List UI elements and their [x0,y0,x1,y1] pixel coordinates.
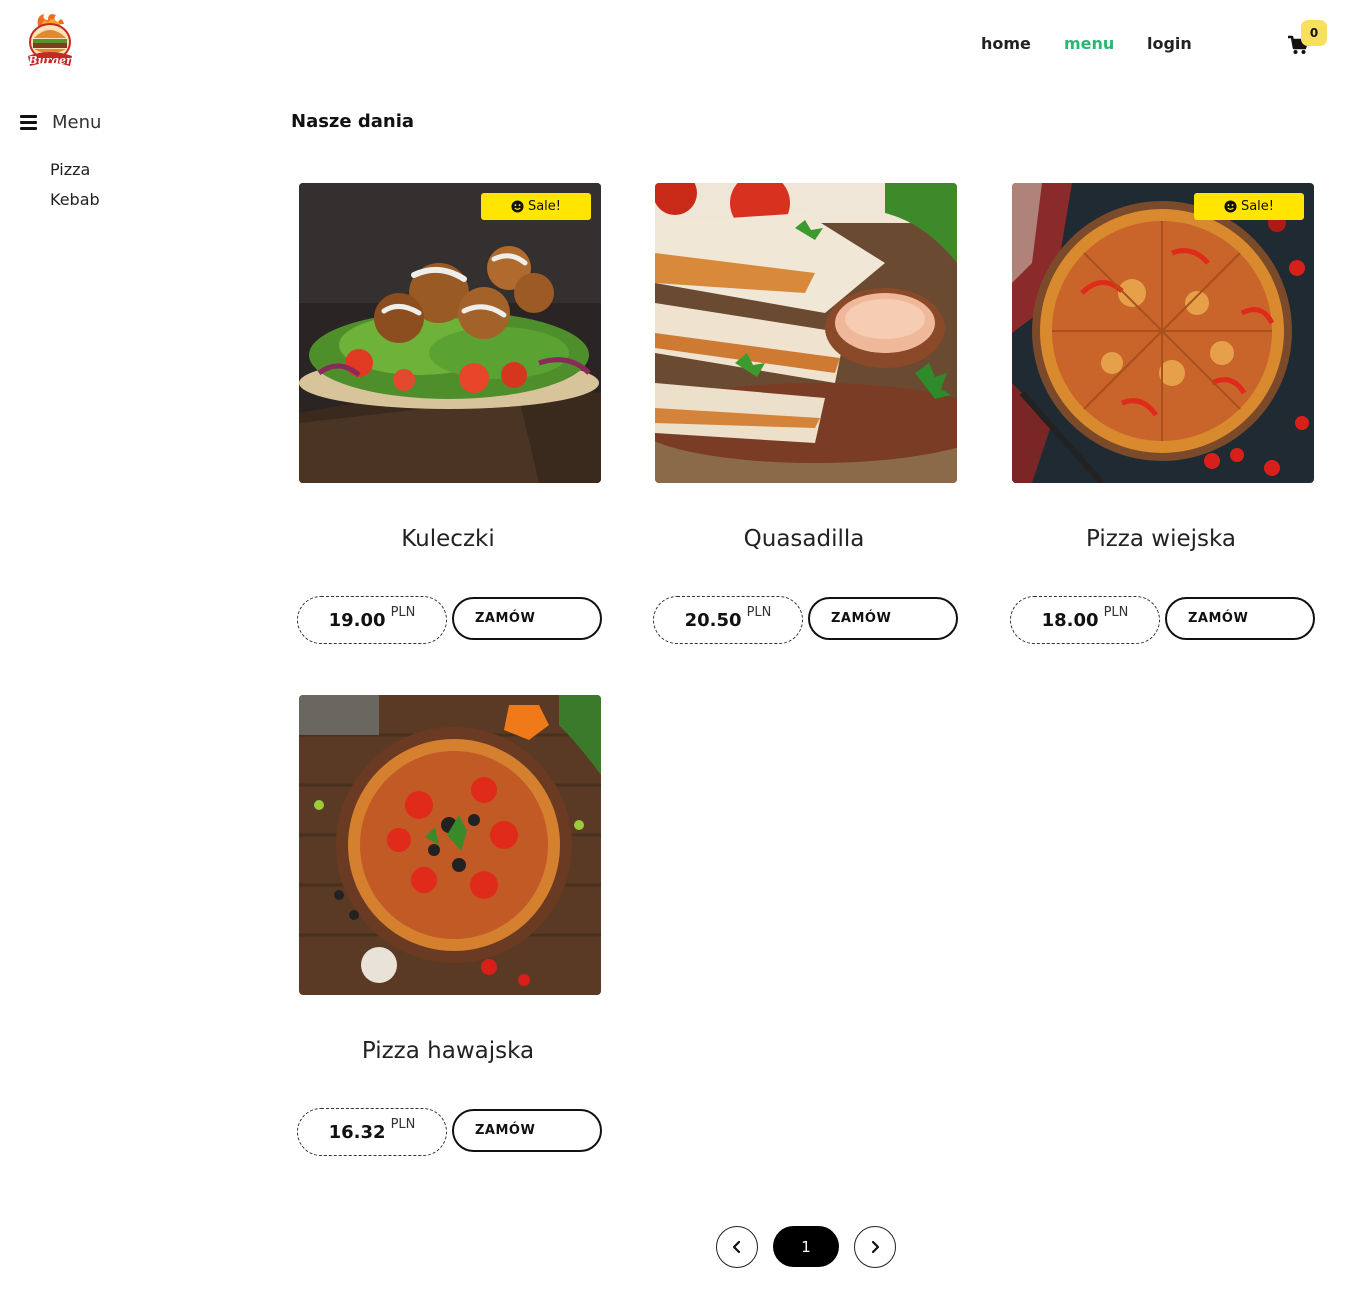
pagination-next-button[interactable] [854,1226,896,1268]
sidebar-item-kebab[interactable]: Kebab [50,190,100,209]
price-value: 16.32 [328,1121,386,1143]
order-button[interactable]: ZAMÓW [1165,597,1315,640]
price-tag: 20.50 PLN [653,596,803,644]
price-currency: PLN [1103,604,1129,620]
product-name: Pizza hawajska [361,1038,535,1064]
hamburger-icon [20,115,37,130]
pagination-current-page[interactable]: 1 [773,1226,839,1267]
product-card: Sale! Pizza wiejska 18.00 PLN ZAMÓW [1010,183,1316,653]
smile-icon [511,200,524,213]
sale-badge: Sale! [481,193,591,220]
logo-text: Burger [27,54,73,67]
price-value: 18.00 [1041,609,1099,631]
sidebar-title: Menu [52,112,102,133]
sidebar-menu-toggle[interactable]: Menu [20,112,101,133]
chevron-left-icon [732,1240,741,1254]
price-tag: 18.00 PLN [1010,596,1160,644]
price-value: 19.00 [328,609,386,631]
smile-icon [1224,200,1237,213]
quesadilla-photo[interactable] [655,183,957,483]
price-value: 20.50 [684,609,742,631]
order-button[interactable]: ZAMÓW [452,597,602,640]
pepperoni-pizza-photo[interactable]: Sale! [1012,183,1314,483]
falafel-salad-photo[interactable]: Sale! [299,183,601,483]
sale-badge: Sale! [1194,193,1304,220]
sidebar-item-pizza[interactable]: Pizza [50,160,90,179]
order-button[interactable]: ZAMÓW [808,597,958,640]
pizza-on-wood-photo[interactable] [299,695,601,995]
page-title: Nasze dania [291,111,415,132]
burger-logo[interactable]: Burger [24,12,76,74]
product-name: Quasadilla [743,526,865,552]
product-card: Pizza hawajska 16.32 PLN ZAMÓW [297,695,603,1165]
cart-count-badge: 0 [1301,20,1327,46]
product-name: Kuleczki [401,526,495,552]
product-card: Sale! Kuleczki 19.00 PLN ZAMÓW [297,183,603,653]
pagination-prev-button[interactable] [716,1226,758,1268]
nav-link-login[interactable]: login [1147,34,1192,53]
chevron-right-icon [871,1240,880,1254]
price-currency: PLN [746,604,772,620]
price-currency: PLN [390,1116,416,1132]
price-tag: 19.00 PLN [297,596,447,644]
price-currency: PLN [390,604,416,620]
product-name: Pizza wiejska [1085,526,1237,552]
nav-link-menu[interactable]: menu [1064,34,1114,53]
order-button[interactable]: ZAMÓW [452,1109,602,1152]
sale-label: Sale! [527,199,562,214]
nav-link-home[interactable]: home [981,34,1031,53]
product-card: Quasadilla 20.50 PLN ZAMÓW [653,183,959,653]
price-tag: 16.32 PLN [297,1108,447,1156]
sale-label: Sale! [1240,199,1275,214]
burger-logo-icon: Burger [27,14,73,67]
